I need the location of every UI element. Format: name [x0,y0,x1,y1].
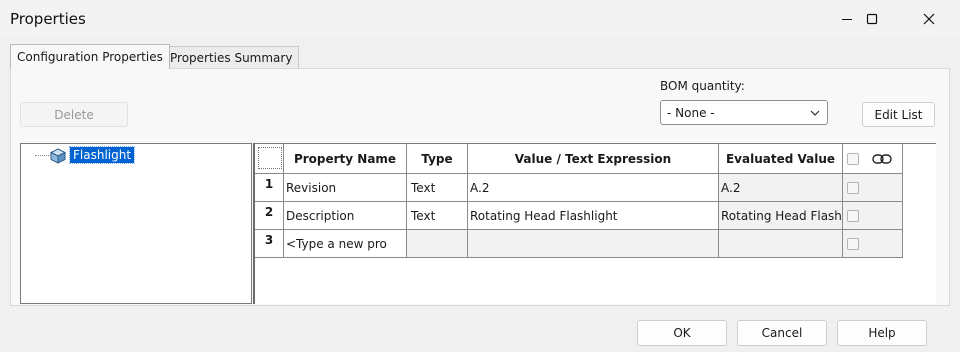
cell-property-name[interactable]: Revision [284,174,407,202]
cell-link-checkbox[interactable] [843,202,903,230]
row-header[interactable]: 3 [255,230,284,258]
tree-item-flashlight[interactable]: Flashlight [68,146,136,164]
close-icon [923,13,935,25]
cell-evaluated-value: A.2 [719,174,843,202]
bom-quantity-label: BOM quantity: [660,79,745,93]
tab-label: Properties Summary [170,50,293,65]
tab-properties-summary[interactable]: Properties Summary [163,46,300,68]
title-bar: Properties [0,0,960,38]
edit-list-button[interactable]: Edit List [862,102,935,127]
column-header-evaluated-value[interactable]: Evaluated Value [719,144,843,174]
row-header[interactable]: 2 [255,202,284,230]
maximize-button[interactable] [849,0,895,38]
cell-link-checkbox[interactable] [843,230,903,258]
column-header-value[interactable]: Value / Text Expression [468,144,719,174]
grid-left-border [253,143,255,304]
column-header-property-name[interactable]: Property Name [284,144,407,174]
link-icon [872,153,892,164]
cell-type[interactable] [407,230,468,258]
ok-button-label: OK [673,326,691,340]
corner-focus-frame [258,147,282,169]
cell-type[interactable]: Text [407,202,468,230]
help-button[interactable]: Help [837,320,927,346]
cell-evaluated-value: Rotating Head Flashli [719,202,843,230]
window-title: Properties [10,10,86,28]
delete-button-label: Delete [54,107,94,122]
cancel-button[interactable]: Cancel [737,320,827,346]
help-button-label: Help [868,326,896,340]
cell-property-name-new[interactable]: <Type a new pro [284,230,407,258]
row-checkbox[interactable] [847,237,859,250]
cell-link-checkbox[interactable] [843,174,903,202]
cell-value[interactable] [468,230,719,258]
bom-quantity-select[interactable]: - None - [660,100,828,125]
row-header[interactable]: 1 [255,174,284,202]
properties-grid[interactable]: Property Name Type Value / Text Expressi… [253,143,936,304]
tree-connector [35,155,51,156]
row-checkbox[interactable] [847,181,859,194]
cell-value[interactable]: A.2 [468,174,719,202]
row-checkbox[interactable] [847,209,859,222]
cancel-button-label: Cancel [761,326,803,340]
cell-property-name[interactable]: Description [284,202,407,230]
configuration-tree[interactable]: Flashlight [20,143,252,304]
tab-label: Configuration Properties [17,50,163,64]
column-header-type[interactable]: Type [407,144,468,174]
chevron-down-icon [810,110,820,116]
cell-type[interactable]: Text [407,174,468,202]
part-cube-icon [50,148,66,164]
ok-button[interactable]: OK [637,320,727,346]
maximize-icon [866,13,878,25]
delete-button[interactable]: Delete [20,102,128,127]
close-button[interactable] [906,0,952,38]
column-header-link[interactable] [843,144,903,174]
tab-configuration-properties[interactable]: Configuration Properties [10,44,170,69]
cell-value[interactable]: Rotating Head Flashlight [468,202,719,230]
grid-corner[interactable] [255,144,284,174]
header-checkbox[interactable] [847,152,859,165]
edit-list-button-label: Edit List [874,107,923,122]
bom-quantity-value: - None - [667,105,715,120]
cell-evaluated-value [719,230,843,258]
